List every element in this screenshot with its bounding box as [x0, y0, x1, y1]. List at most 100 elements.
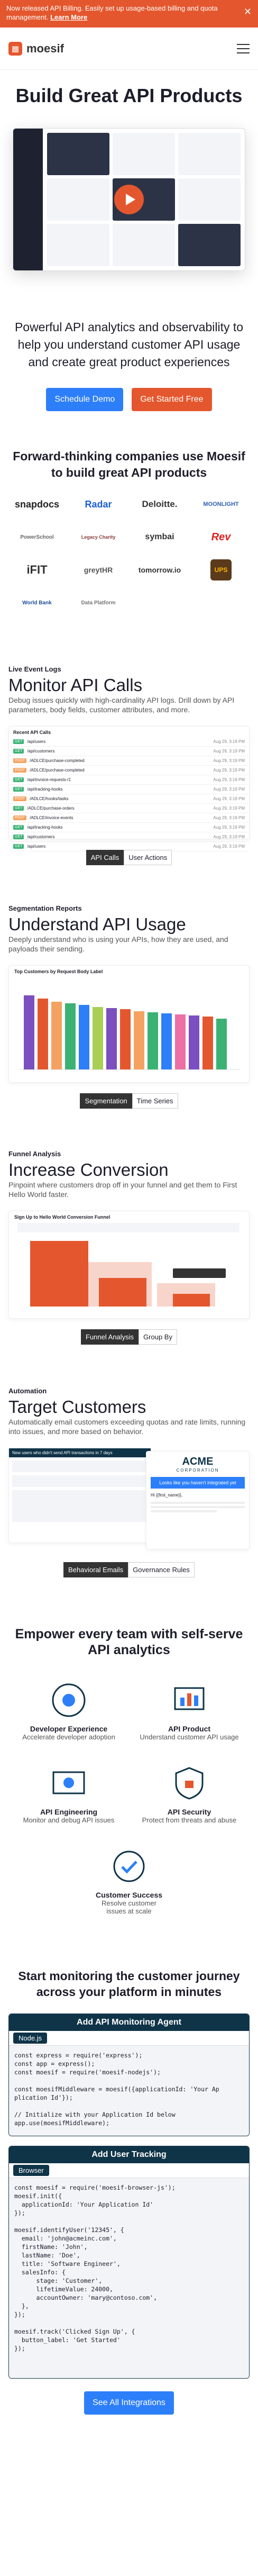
feature-title: Target Customers: [8, 1397, 146, 1417]
top-nav: ▦ moesif: [0, 28, 258, 70]
persona-desc: Monitor and debug API issues: [23, 1816, 115, 1824]
email-headline: Looks like you haven't integrated yet: [151, 1477, 245, 1489]
persona-name: Developer Experience: [30, 1725, 108, 1733]
persona-developer-experience: Developer Experience Accelerate develope…: [8, 1679, 129, 1741]
method-badge: GET: [13, 749, 24, 754]
method-badge: GET: [13, 806, 24, 811]
method-badge: GET: [13, 739, 24, 744]
log-date: Aug 29, 3:19 PM: [213, 739, 245, 744]
tab-segmentation[interactable]: Segmentation: [80, 1093, 132, 1109]
method-badge: GET: [13, 787, 24, 792]
personas-title: Empower every team with self-serve API a…: [15, 1627, 243, 1657]
customer-logo: PowerSchool: [20, 534, 54, 540]
tab-user-actions[interactable]: User Actions: [124, 850, 172, 865]
log-path: /api/customers: [27, 835, 55, 839]
customer-logo: MOONLIGHT: [203, 501, 239, 507]
hamburger-menu-icon[interactable]: [237, 43, 250, 53]
log-row[interactable]: POST/ADLCE/invoice-events Aug 29, 3:19 PM: [9, 813, 249, 823]
tab-browser[interactable]: Browser: [13, 2165, 49, 2176]
email-brand-sub: CORPORATION: [176, 1468, 219, 1473]
feature-eyebrow: Segmentation Reports: [8, 904, 82, 912]
banner-learn-more-link[interactable]: Learn More: [50, 13, 87, 21]
see-all-integrations-button[interactable]: See All Integrations: [84, 2391, 174, 2415]
email-brand: ACME: [182, 1456, 214, 1467]
product-screenshot: [13, 128, 245, 271]
customer-logo: symbai: [145, 532, 174, 541]
api-engineering-icon: [48, 1762, 90, 1804]
tab-nodejs[interactable]: Node.js: [13, 2033, 48, 2044]
log-path: /api/tracking-hooks: [27, 787, 63, 792]
persona-api-product: API Product Understand customer API usag…: [129, 1679, 250, 1741]
log-date: Aug 29, 3:19 PM: [213, 768, 245, 773]
customer-logo: World Bank: [22, 600, 52, 606]
customers-title: Forward-thinking companies use Moesif to…: [13, 449, 245, 479]
banner-text: Now released API Billing. Easily set up …: [6, 4, 218, 21]
customer-logo: snapdocs: [14, 498, 60, 510]
announcement-banner: Now released API Billing. Easily set up …: [0, 0, 258, 28]
brand-logo[interactable]: ▦ moesif: [8, 41, 64, 56]
feature-eyebrow: Automation: [8, 1387, 47, 1395]
monitoring-agent-card: Add API Monitoring Agent Node.js const e…: [8, 2013, 250, 2136]
log-row[interactable]: GET/api/tracking-hooks Aug 29, 3:19 PM: [9, 785, 249, 794]
log-row[interactable]: GET/api/customers Aug 29, 3:19 PM: [9, 832, 249, 842]
feature-usage: Segmentation Reports Understand API Usag…: [0, 904, 258, 1109]
persona-api-engineering: API Engineering Monitor and debug API is…: [8, 1762, 129, 1824]
get-started-free-button[interactable]: Get Started Free: [132, 388, 212, 411]
shot-title: Sign Up to Hello World Conversion Funnel: [14, 1214, 110, 1220]
log-date: Aug 29, 3:19 PM: [213, 844, 245, 849]
method-badge: POST: [13, 815, 27, 820]
segmentation-bar-chart: [20, 995, 239, 1070]
persona-name: API Product: [168, 1725, 211, 1733]
code-snippet: const moesif = require('moesif-browser-j…: [9, 2178, 249, 2378]
tab-behavioral-emails[interactable]: Behavioral Emails: [63, 1562, 128, 1577]
method-badge: GET: [13, 777, 24, 782]
method-badge: GET: [13, 844, 24, 849]
log-date: Aug 29, 3:19 PM: [213, 835, 245, 839]
log-path: /ADLCE/purchase-completed: [30, 758, 85, 763]
tab-group-by[interactable]: Group By: [139, 1329, 177, 1345]
funnel-chart: [17, 1223, 239, 1307]
customer-success-icon: [108, 1845, 150, 1888]
card-header: Add User Tracking: [9, 2146, 249, 2163]
log-row[interactable]: GET/api/customers Aug 29, 3:19 PM: [9, 747, 249, 756]
feature-text: Automatically email customers exceeding …: [8, 1418, 246, 1436]
play-video-icon[interactable]: [114, 185, 144, 214]
log-row[interactable]: POST/ADLCE/purchase-completed Aug 29, 3:1…: [9, 756, 249, 766]
feature-eyebrow: Funnel Analysis: [8, 1150, 61, 1158]
log-row[interactable]: POST/ADLCE/hooks/tasks Aug 29, 3:19 PM: [9, 794, 249, 804]
customer-logos: snapdocs Radar Deloitte. MOONLIGHT Power…: [0, 481, 258, 613]
hero-tagline: Powerful API analytics and observability…: [14, 320, 244, 369]
tab-api-calls[interactable]: API Calls: [86, 850, 124, 865]
feature-conversion: Funnel Analysis Increase Conversion Pinp…: [0, 1150, 258, 1345]
log-row[interactable]: GET/api/tracking-hooks Aug 29, 3:19 PM: [9, 823, 249, 832]
schedule-demo-button[interactable]: Schedule Demo: [46, 388, 124, 411]
log-row[interactable]: GET/api/users Aug 29, 3:19 PM: [9, 737, 249, 747]
customer-logo: Deloitte.: [142, 499, 178, 509]
method-badge: POST: [13, 768, 27, 773]
tab-time-series[interactable]: Time Series: [132, 1093, 178, 1109]
log-date: Aug 29, 3:19 PM: [213, 787, 245, 792]
persona-name: API Engineering: [40, 1808, 98, 1816]
feature-monitor: Live Event Logs Monitor API Calls Debug …: [0, 665, 258, 865]
tab-funnel-analysis[interactable]: Funnel Analysis: [81, 1329, 139, 1345]
log-row[interactable]: GET/ADLCE/purchase-orders Aug 29, 3:19 PM: [9, 804, 249, 813]
api-security-icon: [168, 1762, 210, 1804]
personas-section: Empower every team with self-serve API a…: [0, 1626, 258, 1915]
developer-experience-icon: [48, 1679, 90, 1721]
method-badge: POST: [13, 796, 27, 801]
persona-desc: Protect from threats and abuse: [142, 1816, 237, 1824]
log-row[interactable]: GET/api/invoice-requests-/1 Aug 29, 3:19 …: [9, 775, 249, 785]
customer-logo: UPS: [210, 559, 232, 580]
close-icon[interactable]: ✕: [244, 7, 252, 16]
customer-logo: greytHR: [84, 566, 113, 574]
automation-screenshot: New users who didn't send API transactio…: [8, 1448, 250, 1552]
event-logs-screenshot: Recent API Calls GET/api/users Aug 29, 3:…: [8, 726, 250, 851]
log-path: /api/customers: [27, 749, 55, 754]
log-row[interactable]: POST/ADLCE/purchase-completed Aug 29, 3:1…: [9, 766, 249, 775]
customer-logo: Data Platform: [81, 600, 116, 606]
integrations-section: Start monitoring the customer journey ac…: [0, 1968, 258, 2427]
tab-governance-rules[interactable]: Governance Rules: [128, 1562, 195, 1577]
customer-logo: tomorrow.io: [138, 566, 181, 574]
brand-name: moesif: [26, 41, 64, 55]
log-date: Aug 29, 3:19 PM: [213, 777, 245, 782]
